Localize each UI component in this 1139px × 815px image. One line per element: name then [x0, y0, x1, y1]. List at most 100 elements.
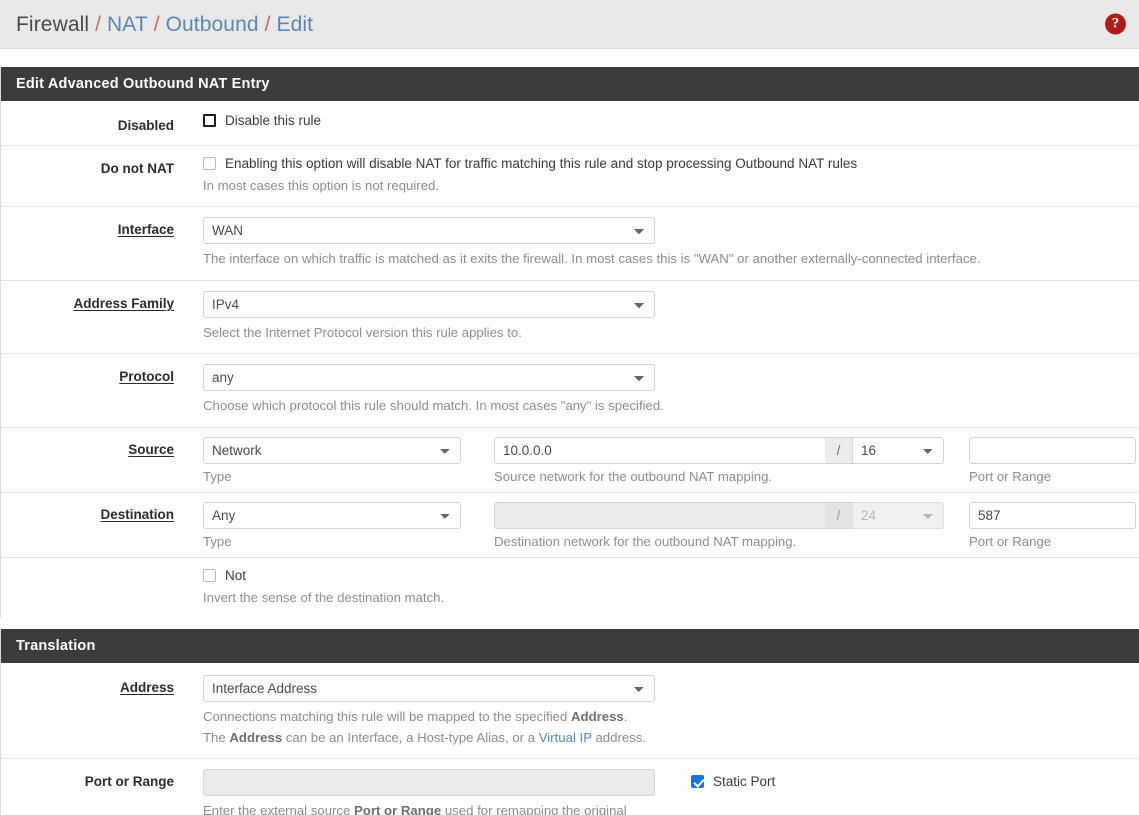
control-col-not: Not Invert the sense of the destination … [174, 568, 1139, 608]
help-port-bold: Port or Range [354, 803, 442, 815]
breadcrumb-bar: Firewall / NAT / Outbound / Edit ? [0, 0, 1139, 49]
label-destination: Destination [100, 506, 174, 522]
label-col-interface: Interface [1, 217, 174, 239]
destination-type-select[interactable]: Any [203, 501, 461, 529]
do-not-nat-checkbox[interactable] [203, 157, 216, 170]
label-col-translation-address: Address [1, 675, 174, 697]
help-do-not-nat: In most cases this option is not require… [203, 178, 440, 193]
virtual-ip-link[interactable]: Virtual IP [539, 730, 592, 745]
static-port-checkbox[interactable] [691, 775, 704, 789]
label-col-port-or-range: Port or Range [1, 769, 174, 791]
panel-title-main: Edit Advanced Outbound NAT Entry [1, 67, 1139, 101]
breadcrumb-separator: / [264, 12, 271, 36]
static-port-checkbox-label: Static Port [713, 774, 776, 790]
source-slash-addon: / [825, 436, 852, 464]
label-translation-address: Address [119, 680, 174, 696]
help-interface: The interface on which traffic is matche… [203, 251, 981, 267]
help-translation-address: Connections matching this rule will be m… [203, 707, 1139, 748]
breadcrumb-item-outbound[interactable]: Outbound [166, 14, 259, 35]
static-port-wrap: Static Port [691, 769, 775, 789]
source-type-sublabel: Type [203, 468, 232, 484]
not-checkbox-label: Not [225, 567, 247, 583]
destination-port-sublabel: Port or Range [969, 533, 1052, 549]
destination-port-group: Port or Range [969, 501, 1136, 549]
label-col-source: Source [1, 437, 174, 459]
disable-rule-checkbox-line[interactable]: Disable this rule [203, 113, 1139, 128]
edit-outbound-nat-panel: Edit Advanced Outbound NAT Entry Disable… [0, 67, 1139, 619]
breadcrumb-item-firewall: Firewall [16, 12, 90, 36]
destination-slash-addon: / [825, 501, 852, 529]
help-circle-icon[interactable]: ? [1105, 13, 1126, 35]
source-port-sublabel: Port or Range [969, 468, 1052, 484]
help-protocol: Choose which protocol this rule should m… [203, 398, 664, 414]
help-translation-address-line1: Connections matching this rule will be m… [203, 707, 1139, 727]
control-col-source: Network Type / 16 [174, 436, 1139, 484]
row-destination: Destination Any Type / 24 Destination ne… [1, 493, 1139, 558]
control-col-interface: WAN The interface on which traffic is ma… [174, 217, 1139, 269]
control-col-port-or-range: Static Port Enter the external source Po… [174, 769, 1139, 815]
translation-panel: Translation Address Interface Address Co… [0, 629, 1139, 815]
row-port-or-range: Port or Range Static Port Enter the exte… [1, 759, 1139, 815]
source-address-input[interactable] [494, 436, 825, 464]
interface-select[interactable]: WAN [203, 217, 655, 245]
row-interface: Interface WAN The interface on which tra… [1, 207, 1139, 281]
protocol-select[interactable]: any [203, 364, 655, 392]
control-col-destination: Any Type / 24 Destination network for th… [174, 501, 1139, 549]
destination-port-input[interactable] [969, 501, 1136, 529]
control-col-address-family: IPv4 Select the Internet Protocol versio… [174, 290, 1139, 343]
row-do-not-nat: Do not NAT Enabling this option will dis… [1, 146, 1139, 208]
help-address-family: Select the Internet Protocol version thi… [203, 324, 522, 340]
port-or-range-row: Static Port [203, 769, 1139, 797]
translation-port-input [203, 769, 655, 797]
source-address-input-group: / 16 [494, 436, 944, 464]
help-text-d2: address. [591, 729, 647, 745]
breadcrumb-separator: / [95, 12, 101, 36]
source-address-group: / 16 Source network for the outbound NAT… [494, 436, 944, 484]
source-type-select[interactable]: Network [203, 436, 461, 464]
help-text-c2: can be an Interface, a Host-type Alias, … [282, 729, 539, 745]
help-not: Invert the sense of the destination matc… [203, 589, 445, 605]
static-port-checkbox-line[interactable]: Static Port [691, 774, 775, 789]
source-port-input[interactable] [969, 436, 1136, 464]
label-col-do-not-nat: Do not NAT [1, 156, 174, 178]
breadcrumb-item-nat[interactable]: NAT [107, 14, 148, 35]
not-checkbox-line[interactable]: Not [203, 568, 1139, 583]
row-translation-address: Address Interface Address Connections ma… [1, 663, 1139, 760]
panel-body-translation: Address Interface Address Connections ma… [1, 663, 1139, 815]
label-disabled: Disabled [117, 118, 174, 133]
label-col-address-family: Address Family [1, 291, 174, 313]
row-address-family: Address Family IPv4 Select the Internet … [1, 281, 1139, 355]
help-text-a2: The [203, 729, 230, 745]
label-col-protocol: Protocol [1, 364, 174, 386]
source-fields-row: Network Type / 16 [203, 436, 1139, 484]
help-port-or-range: Enter the external source Port or Range … [203, 801, 663, 815]
address-family-select[interactable]: IPv4 [203, 290, 655, 318]
do-not-nat-checkbox-line[interactable]: Enabling this option will disable NAT fo… [203, 156, 1139, 171]
disable-rule-checkbox[interactable] [203, 114, 216, 127]
row-disabled: Disabled Disable this rule [1, 101, 1139, 146]
label-port-or-range: Port or Range [84, 774, 174, 790]
row-protocol: Protocol any Choose which protocol this … [1, 354, 1139, 428]
pfsense-outbound-nat-edit-page: Firewall / NAT / Outbound / Edit ? Edit … [0, 0, 1139, 815]
panel-body-main: Disabled Disable this rule Do not NAT En… [1, 101, 1139, 619]
help-text-c: . [623, 709, 628, 725]
help-text-bold: Address [571, 709, 624, 725]
destination-address-input-group: / 24 [494, 501, 944, 529]
help-text-bold2: Address [229, 729, 283, 745]
port-or-range-input-wrap [203, 769, 655, 797]
destination-address-group: / 24 Destination network for the outboun… [494, 501, 944, 549]
help-port-a: Enter the external source [203, 803, 355, 815]
help-text-a: Connections matching this rule will be m… [203, 709, 571, 725]
panel-title-translation: Translation [1, 629, 1139, 664]
control-col-do-not-nat: Enabling this option will disable NAT fo… [174, 156, 1139, 196]
label-address-family: Address Family [73, 295, 174, 311]
destination-fields-row: Any Type / 24 Destination network for th… [203, 501, 1139, 549]
breadcrumb-item-edit[interactable]: Edit [276, 14, 313, 35]
source-port-group: Port or Range [969, 436, 1136, 484]
translation-address-select[interactable]: Interface Address [203, 675, 655, 703]
help-translation-address-line2: The Address can be an Interface, a Host-… [203, 728, 1139, 748]
label-source: Source [128, 441, 174, 457]
source-mask-select[interactable]: 16 [852, 436, 944, 464]
not-checkbox[interactable] [203, 568, 216, 582]
control-col-protocol: any Choose which protocol this rule shou… [174, 364, 1139, 416]
